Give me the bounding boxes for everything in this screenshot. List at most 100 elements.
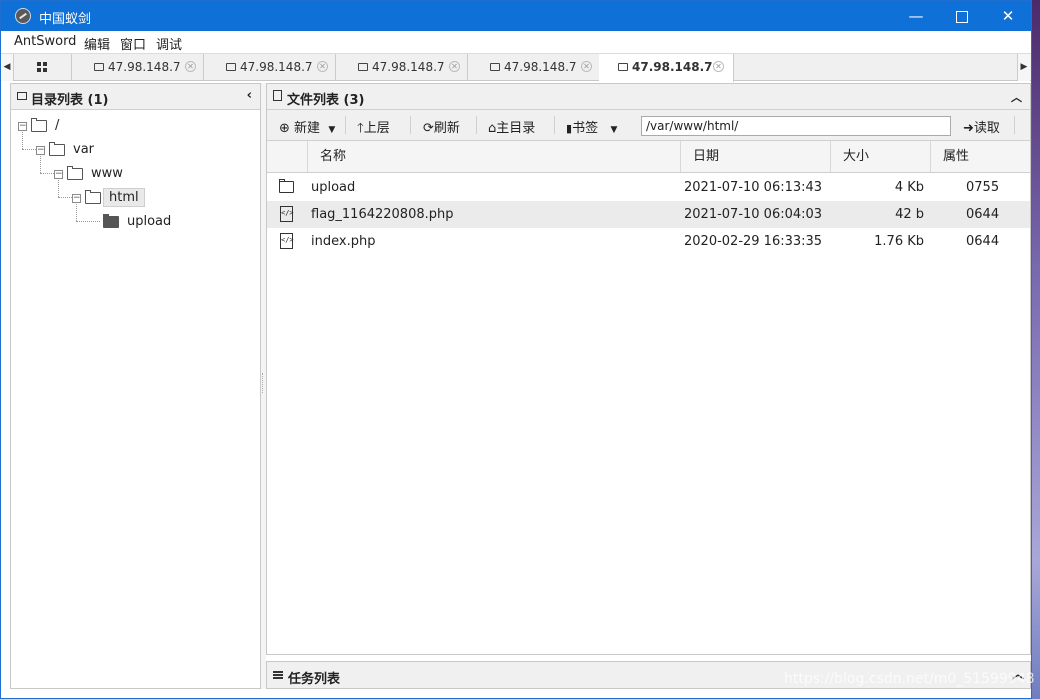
file-date: 2020-02-29 16:33:35 [684,234,823,249]
file-perm: 0755 [966,180,1000,195]
file-panel: 文件列表 (3) ︿ ⊕ 新建 ▼ 🡑上层 ⟳刷新 ⌂主目录 ▮书签 ▼ ➜读取… [266,83,1031,655]
tree-node-root[interactable]: − / [11,118,251,140]
home-label: 主目录 [496,121,536,136]
collapse-up-icon[interactable]: ︿ [1011,89,1022,105]
file-size: 4 Kb [894,180,924,195]
tab-home[interactable] [15,54,72,81]
folder-icon [618,63,628,71]
collapse-tree-icon[interactable]: − [54,170,63,179]
code-file-icon: </> [280,233,294,249]
file-size: 42 b [895,207,924,222]
tree-node-label: www [91,166,123,181]
folder-icon [17,92,27,100]
tab-shell-2[interactable]: 47.98.148.7 ✕ [203,54,336,81]
tab-close-icon[interactable]: ✕ [581,61,592,72]
collapse-tree-icon[interactable]: − [36,146,45,155]
column-size-header[interactable]: 大小 [830,141,930,172]
file-name: flag_1164220808.php [311,207,454,222]
bookmark-label: 书签 [572,121,599,136]
caret-down-icon: ▼ [328,125,336,135]
tab-label: 47.98.148.7 [240,60,313,74]
file-icon [273,90,282,101]
file-perm: 0644 [966,207,1000,222]
file-date: 2021-07-10 06:13:43 [684,180,823,195]
new-button[interactable]: ⊕ 新建 ▼ [279,117,335,136]
tab-close-icon[interactable]: ✕ [449,61,460,72]
folder-icon [490,63,500,71]
file-row[interactable]: upload 2021-07-10 06:13:43 4 Kb 0755 [267,174,1030,201]
desktop-background [1032,0,1040,699]
tab-shell-3[interactable]: 47.98.148.7 ✕ [335,54,468,81]
caret-down-icon: ▼ [610,125,618,135]
file-grid-header: 名称 日期 大小 属性 [267,141,1030,173]
menu-antsword[interactable]: AntSword [14,34,76,49]
tab-shell-1[interactable]: 47.98.148.7 ✕ [71,54,204,81]
arrow-right-icon: ➜ [963,121,974,136]
tab-label: 47.98.148.7 [504,60,577,74]
tree-node-label: upload [127,214,172,229]
file-perm: 0644 [966,234,1000,249]
tab-close-icon[interactable]: ✕ [185,61,196,72]
parent-dir-button[interactable]: 🡑上层 [357,117,390,141]
file-panel-header: 文件列表 (3) ︿ [267,84,1030,110]
tab-shell-5[interactable]: 47.98.148.7 ✕ [599,54,734,82]
collapse-tree-icon[interactable]: − [72,194,81,203]
maximize-button[interactable] [939,1,985,31]
bookmark-button[interactable]: ▮书签 ▼ [566,117,617,136]
tree-node-upload[interactable]: upload [11,214,251,236]
tree-node-html[interactable]: − html [11,188,251,212]
refresh-button[interactable]: ⟳刷新 [423,117,460,136]
minimize-button[interactable]: — [893,1,939,31]
tab-shell-4[interactable]: 47.98.148.7 ✕ [467,54,600,81]
home-button[interactable]: ⌂主目录 [488,117,535,136]
folder-icon [279,179,294,193]
window-title: 中国蚁剑 [39,12,92,27]
menu-edit[interactable]: 编辑 [84,34,110,53]
directory-panel-title: 目录列表 (1) [31,93,109,108]
antsword-logo-icon [15,8,31,24]
menu-window[interactable]: 窗口 [120,34,146,53]
collapse-left-icon[interactable]: ‹ [247,88,252,103]
folder-open-icon [31,118,47,132]
grid-icon [37,62,47,72]
tree-node-var[interactable]: − var [11,142,251,164]
tab-close-icon[interactable]: ✕ [317,61,328,72]
title-bar[interactable]: 中国蚁剑 — ✕ [1,1,1031,31]
column-date-header[interactable]: 日期 [680,141,830,172]
file-row[interactable]: </> index.php 2020-02-29 16:33:35 1.76 K… [267,228,1030,255]
read-button[interactable]: ➜读取 [963,117,1000,136]
file-name: upload [311,180,356,195]
file-row[interactable]: </> flag_1164220808.php 2021-07-10 06:04… [267,201,1030,228]
folder-icon [226,63,236,71]
menu-debug[interactable]: 调试 [156,34,182,53]
tab-scroll-right-icon[interactable]: ▶ [1017,54,1030,81]
menu-bar: AntSword 编辑 窗口 调试 [1,31,1031,53]
file-size: 1.76 Kb [874,234,924,249]
file-date: 2021-07-10 06:04:03 [684,207,823,222]
arrow-up-icon: 🡑 [357,121,364,136]
column-perm-header[interactable]: 属性 [930,141,1030,172]
path-input[interactable] [641,116,951,136]
tab-scroll-left-icon[interactable]: ◀ [1,54,14,81]
tree-node-label: / [55,118,60,133]
directory-panel: 目录列表 (1) ‹ − / − var − www − html upload [10,83,261,689]
folder-icon [94,63,104,71]
plus-circle-icon: ⊕ [279,121,290,136]
close-button[interactable]: ✕ [985,1,1031,31]
collapse-tree-icon[interactable]: − [18,122,27,131]
tree-node-www[interactable]: − www [11,166,251,188]
folder-closed-icon [103,214,119,228]
folder-open-icon [49,142,65,156]
new-label: 新建 [294,121,321,136]
task-panel-title: 任务列表 [288,672,341,687]
refresh-icon: ⟳ [423,121,434,136]
column-name-header[interactable]: 名称 [307,141,680,172]
tab-label: 47.98.148.7 [632,60,713,74]
folder-open-icon [85,190,101,204]
tab-close-icon[interactable]: ✕ [713,61,724,72]
folder-icon [358,63,368,71]
read-label: 读取 [973,121,1000,136]
file-panel-title: 文件列表 (3) [287,93,365,108]
tab-label: 47.98.148.7 [372,60,445,74]
tab-bar: ◀ 47.98.148.7 ✕ 47.98.148.7 ✕ 47.98.148.… [1,53,1031,82]
